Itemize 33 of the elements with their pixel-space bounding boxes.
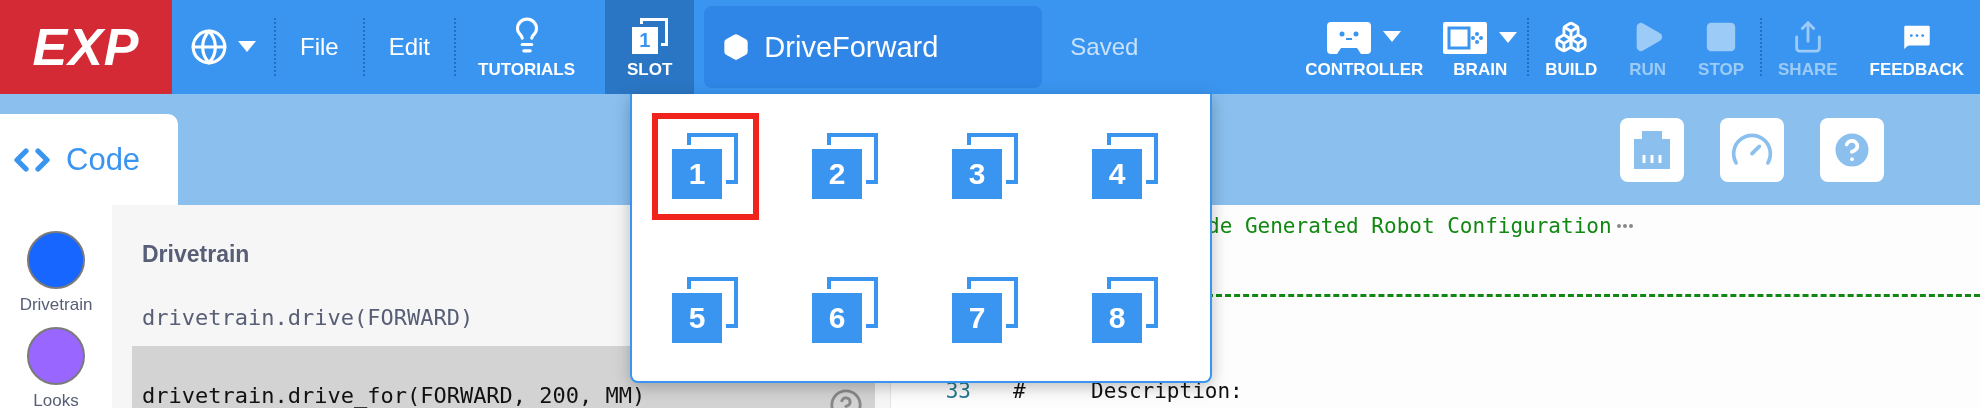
code-text: Description:: [1091, 379, 1243, 403]
build-button[interactable]: BUILD: [1529, 0, 1614, 94]
code-tab[interactable]: Code: [0, 114, 178, 205]
slot-option[interactable]: 4: [1071, 112, 1179, 220]
slot-button[interactable]: 1 SLOT: [605, 0, 695, 94]
dashboard-button[interactable]: [1720, 118, 1784, 182]
port-icon: [1632, 131, 1672, 169]
slot-option[interactable]: 3: [931, 112, 1039, 220]
project-name-field[interactable]: DriveForward: [704, 6, 1043, 88]
controller-button[interactable]: CONTROLLER: [1295, 0, 1434, 94]
blocks-icon: [1554, 20, 1589, 54]
tutorials-button[interactable]: TUTORIALS: [456, 0, 597, 94]
menu-item[interactable]: File: [276, 0, 363, 94]
caret-icon: [238, 41, 256, 53]
gamepad-icon: [1327, 20, 1372, 54]
slot-option[interactable]: 1: [651, 112, 759, 220]
fold-icon[interactable]: [1615, 223, 1634, 229]
globe-icon: [190, 28, 228, 66]
devices-button[interactable]: [1620, 118, 1684, 182]
save-status: Saved: [1070, 33, 1139, 61]
brain-icon: [1443, 22, 1488, 54]
menu-item[interactable]: Edit: [364, 0, 455, 94]
category-button[interactable]: Drivetrain: [19, 231, 93, 315]
slot-option[interactable]: 8: [1071, 256, 1179, 364]
category-heading: Drivetrain: [141, 241, 251, 268]
feedback-button[interactable]: FEEDBACK: [1853, 0, 1980, 94]
logo: EXP: [0, 0, 172, 94]
hexagon-icon: [722, 33, 751, 61]
slot-option[interactable]: 2: [791, 112, 899, 220]
brain-button[interactable]: BRAIN: [1433, 0, 1528, 94]
help-button[interactable]: [1820, 118, 1884, 182]
slot-option[interactable]: 7: [931, 256, 1039, 364]
category-button[interactable]: Looks: [27, 327, 85, 408]
